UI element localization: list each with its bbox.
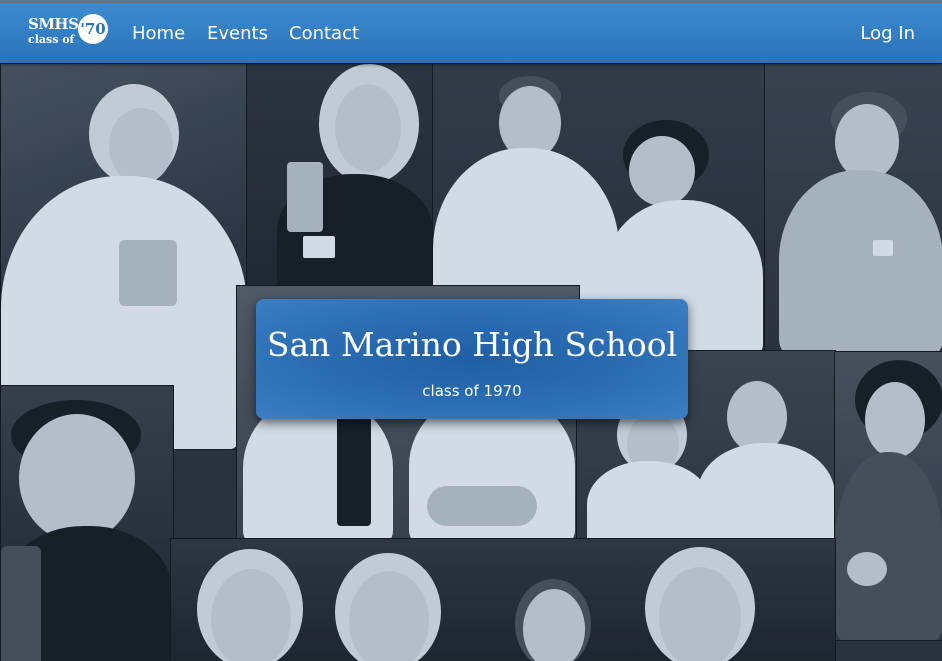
logo-year-badge: '70 (78, 14, 108, 44)
login-link[interactable]: Log In (860, 24, 915, 44)
logo-text: SMHS (28, 15, 79, 33)
nav-link-contact[interactable]: Contact (289, 24, 359, 44)
hero-subtitle: class of 1970 (422, 382, 522, 400)
collage-photo (170, 538, 836, 661)
collage-photo (246, 63, 434, 290)
nav-link-home[interactable]: Home (132, 24, 185, 44)
collage-photo (0, 385, 174, 661)
collage-photo (834, 351, 942, 641)
nav-link-events[interactable]: Events (207, 24, 268, 44)
hero-title-card: San Marino High School class of 1970 (256, 299, 688, 419)
logo-subtext: class of (28, 33, 75, 46)
top-navbar: SMHS class of '70 Home Events Contact Lo… (0, 3, 942, 63)
site-logo[interactable]: SMHS class of '70 (26, 12, 110, 56)
hero-title: San Marino High School (266, 325, 678, 364)
collage-photo (764, 63, 942, 357)
